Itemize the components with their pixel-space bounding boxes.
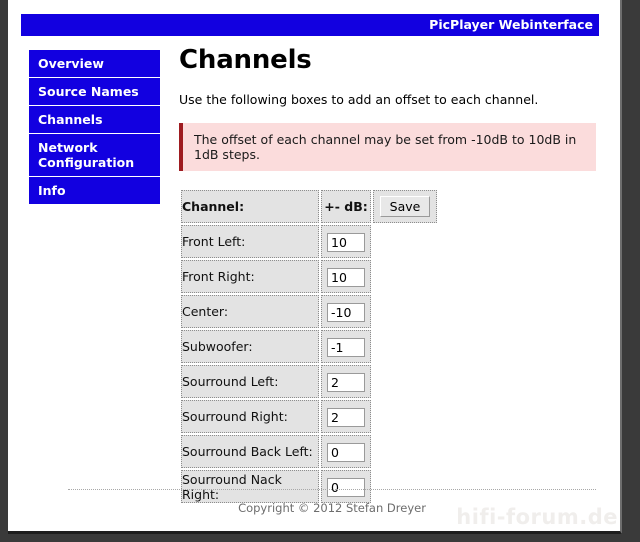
save-button[interactable]: Save bbox=[380, 196, 431, 217]
table-row: Subwoofer: bbox=[181, 330, 437, 363]
offset-input-sourround-right[interactable] bbox=[327, 408, 365, 427]
row-label-sourround-right: Sourround Right: bbox=[181, 400, 319, 433]
copyright-text: Copyright © 2012 Stefan Dreyer bbox=[238, 501, 426, 515]
row-label-subwoofer: Subwoofer: bbox=[181, 330, 319, 363]
table-row: Front Right: bbox=[181, 260, 437, 293]
sidebar-item-source-names[interactable]: Source Names bbox=[29, 78, 160, 106]
table-row: Sourround Right: bbox=[181, 400, 437, 433]
page-title: Channels bbox=[179, 45, 596, 75]
offset-input-center[interactable] bbox=[327, 303, 365, 322]
offset-input-sourround-left[interactable] bbox=[327, 373, 365, 392]
row-label-front-left: Front Left: bbox=[181, 225, 319, 258]
row-value-front-left bbox=[321, 225, 371, 258]
app-title: PicPlayer Webinterface bbox=[429, 17, 593, 32]
row-value-front-right bbox=[321, 260, 371, 293]
sidebar-nav: Overview Source Names Channels Network C… bbox=[29, 49, 160, 205]
table-row: Center: bbox=[181, 295, 437, 328]
offset-input-subwoofer[interactable] bbox=[327, 338, 365, 357]
row-label-front-right: Front Right: bbox=[181, 260, 319, 293]
header-cell-db: +- dB: bbox=[321, 190, 371, 223]
row-value-sourround-left bbox=[321, 365, 371, 398]
sidebar-item-network-configuration[interactable]: Network Configuration bbox=[29, 134, 160, 177]
table-header-row: Channel: +- dB: Save bbox=[181, 190, 437, 223]
app-header-bar: PicPlayer Webinterface bbox=[21, 14, 599, 36]
header-cell-action: Save bbox=[373, 190, 437, 223]
row-label-sourround-left: Sourround Left: bbox=[181, 365, 319, 398]
row-label-center: Center: bbox=[181, 295, 319, 328]
notice-box: The offset of each channel may be set fr… bbox=[179, 123, 596, 171]
table-row: Sourround Back Left: bbox=[181, 435, 437, 468]
sidebar-item-info[interactable]: Info bbox=[29, 177, 160, 204]
row-value-subwoofer bbox=[321, 330, 371, 363]
offset-input-front-left[interactable] bbox=[327, 233, 365, 252]
page-root: PicPlayer Webinterface Overview Source N… bbox=[8, 0, 620, 531]
row-value-sourround-right bbox=[321, 400, 371, 433]
intro-text: Use the following boxes to add an offset… bbox=[179, 92, 596, 107]
row-value-center bbox=[321, 295, 371, 328]
header-cell-channel: Channel: bbox=[181, 190, 319, 223]
channel-offset-table: Channel: +- dB: Save Front Left: Front R… bbox=[179, 188, 439, 505]
main-content: Channels Use the following boxes to add … bbox=[179, 45, 596, 505]
sidebar-item-overview[interactable]: Overview bbox=[29, 50, 160, 78]
table-row: Sourround Left: bbox=[181, 365, 437, 398]
sidebar-item-channels[interactable]: Channels bbox=[29, 106, 160, 134]
footer: Copyright © 2012 Stefan Dreyer bbox=[68, 489, 596, 515]
table-row: Front Left: bbox=[181, 225, 437, 258]
row-label-sourround-back-left: Sourround Back Left: bbox=[181, 435, 319, 468]
notice-text: The offset of each channel may be set fr… bbox=[194, 132, 576, 162]
offset-input-sourround-back-left[interactable] bbox=[327, 443, 365, 462]
offset-input-front-right[interactable] bbox=[327, 268, 365, 287]
browser-window: PicPlayer Webinterface Overview Source N… bbox=[8, 0, 622, 534]
row-value-sourround-back-left bbox=[321, 435, 371, 468]
